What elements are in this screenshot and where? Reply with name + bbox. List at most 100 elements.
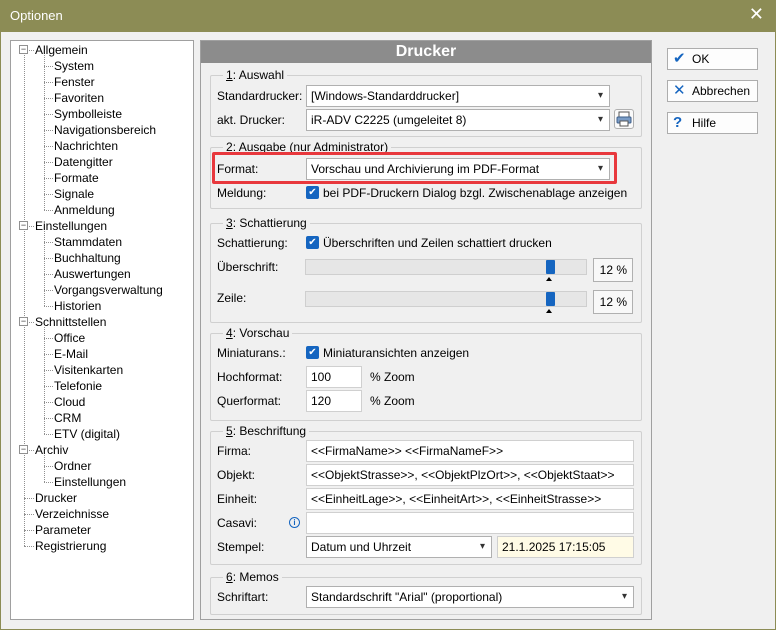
tree-connector [44, 114, 53, 115]
window-titlebar: Optionen ✕ [0, 0, 776, 32]
tree-item-archiv[interactable]: Archiv [35, 442, 68, 458]
tree-item-crm[interactable]: CRM [54, 410, 81, 426]
tree-connector [44, 338, 53, 339]
ok-button-label: OK [692, 52, 710, 66]
tree-item-einstellungen[interactable]: Einstellungen [35, 218, 107, 234]
tree-connector [44, 370, 53, 371]
tree-item-allgemein[interactable]: Allgemein [35, 42, 88, 58]
printer-icon [616, 111, 632, 127]
tree-item-cloud[interactable]: Cloud [54, 394, 85, 410]
tree-connector [44, 386, 53, 387]
question-icon: ? [673, 114, 683, 131]
tree-connector [44, 210, 53, 211]
tree-connector [44, 306, 53, 307]
tree-item-datengitter[interactable]: Datengitter [54, 154, 113, 170]
tree-item-drucker[interactable]: Drucker [35, 490, 77, 506]
tree-connector [44, 66, 53, 67]
firma-input[interactable]: <<FirmaName>> <<FirmaNameF>> [306, 440, 634, 462]
tree-item-etv-digital[interactable]: ETV (digital) [54, 426, 120, 442]
meldung-label: Meldung: [217, 186, 267, 200]
miniatur-text: Miniaturansichten anzeigen [323, 346, 470, 360]
tree-item-signale[interactable]: Signale [54, 186, 94, 202]
einheit-input[interactable]: <<EinheitLage>>, <<EinheitArt>>, <<Einhe… [306, 488, 634, 510]
format-select[interactable]: Vorschau und Archivierung im PDF-Format ▾ [306, 158, 610, 180]
tree-item-ordner[interactable]: Ordner [54, 458, 91, 474]
tree-collapse-icon[interactable]: − [19, 445, 28, 454]
tree-item-fenster[interactable]: Fenster [54, 74, 95, 90]
hochformat-input[interactable]: 100 [306, 366, 362, 388]
ueberschrift-percent: 12 % [593, 258, 633, 282]
checkmark-icon: ✔ [673, 50, 686, 67]
tree-connector [44, 98, 53, 99]
tree-item-einstellungen[interactable]: Einstellungen [54, 474, 126, 490]
tree-collapse-icon[interactable]: − [19, 317, 28, 326]
tree-connector [44, 178, 53, 179]
casavi-label: Casavi: [217, 516, 258, 530]
chevron-down-icon: ▾ [479, 541, 485, 552]
ueberschrift-slider-thumb[interactable] [546, 260, 555, 274]
tree-item-symbolleiste[interactable]: Symbolleiste [54, 106, 122, 122]
miniatur-checkbox[interactable]: ✔ [306, 346, 319, 359]
stempel-select[interactable]: Datum und Uhrzeit ▾ [306, 536, 492, 558]
tree-connector [44, 242, 53, 243]
info-icon[interactable]: i [289, 517, 300, 528]
tree-connector [44, 274, 53, 275]
tree-item-visitenkarten[interactable]: Visitenkarten [54, 362, 123, 378]
tree-connector [24, 514, 34, 515]
tree-connector [24, 546, 34, 547]
help-button-label: Hilfe [692, 116, 717, 130]
tree-item-historien[interactable]: Historien [54, 298, 101, 314]
tree-item-system[interactable]: System [54, 58, 94, 74]
objekt-input[interactable]: <<ObjektStrasse>>, <<ObjektPlzOrt>>, <<O… [306, 464, 634, 486]
close-icon: ✕ [673, 82, 686, 99]
tree-item-stammdaten[interactable]: Stammdaten [54, 234, 122, 250]
tree-branch-line [44, 455, 45, 482]
tree-item-buchhaltung[interactable]: Buchhaltung [54, 250, 121, 266]
tree-connector [24, 498, 34, 499]
tree-item-telefonie[interactable]: Telefonie [54, 378, 102, 394]
tree-item-schnittstellen[interactable]: Schnittstellen [35, 314, 106, 330]
schriftart-select[interactable]: Standardschrift "Arial" (proportional) ▾ [306, 586, 634, 608]
cancel-button-label: Abbrechen [692, 84, 751, 98]
tree-collapse-icon[interactable]: − [19, 221, 28, 230]
standarddrucker-select[interactable]: [Windows-Standarddrucker] ▾ [306, 85, 610, 107]
tree-item-parameter[interactable]: Parameter [35, 522, 91, 538]
zeile-slider-thumb[interactable] [546, 292, 555, 306]
querformat-input[interactable]: 120 [306, 390, 362, 412]
zeile-label: Zeile: [217, 291, 247, 305]
ueberschrift-slider[interactable] [305, 259, 587, 275]
miniatur-label: Miniaturans.: [217, 346, 286, 360]
tree-item-auswertungen[interactable]: Auswertungen [54, 266, 131, 282]
help-button[interactable]: ? Hilfe [667, 112, 758, 134]
tree-connector [44, 130, 53, 131]
group-beschriftung-legend: 5: Beschriftung [223, 424, 310, 438]
tree-item-registrierung[interactable]: Registrierung [35, 538, 106, 554]
tree-collapse-icon[interactable]: − [19, 45, 28, 54]
printer-settings-button[interactable] [614, 109, 634, 129]
tree-item-nachrichten[interactable]: Nachrichten [54, 138, 118, 154]
schattierung-checkbox[interactable]: ✔ [306, 236, 319, 249]
tree-item-e-mail[interactable]: E-Mail [54, 346, 88, 362]
tree-connector [44, 482, 53, 483]
tree-item-office[interactable]: Office [54, 330, 85, 346]
zeile-slider[interactable] [305, 291, 587, 307]
stempel-preview: 21.1.2025 17:15:05 [497, 536, 634, 558]
tree-item-verzeichnisse[interactable]: Verzeichnisse [35, 506, 109, 522]
akt-drucker-select[interactable]: iR-ADV C2225 (umgeleitet 8) ▾ [306, 109, 610, 131]
zeile-percent: 12 % [593, 290, 633, 314]
meldung-checkbox[interactable]: ✔ [306, 186, 319, 199]
options-tree: − Allgemein System Fenster Favoriten Symbolle… [10, 40, 194, 620]
tree-connector [44, 354, 53, 355]
cancel-button[interactable]: ✕ Abbrechen [667, 80, 758, 102]
close-icon[interactable]: ✕ [749, 4, 764, 25]
hochformat-label: Hochformat: [217, 370, 283, 384]
tree-root-line [24, 50, 25, 546]
casavi-input[interactable] [306, 512, 634, 534]
tree-item-anmeldung[interactable]: Anmeldung [54, 202, 115, 218]
tree-item-vorgangsverwaltung[interactable]: Vorgangsverwaltung [54, 282, 163, 298]
tree-item-formate[interactable]: Formate [54, 170, 99, 186]
tree-item-favoriten[interactable]: Favoriten [54, 90, 104, 106]
window-title: Optionen [10, 8, 63, 23]
ok-button[interactable]: ✔ OK [667, 48, 758, 70]
tree-item-navigationsbereich[interactable]: Navigationsbereich [54, 122, 156, 138]
